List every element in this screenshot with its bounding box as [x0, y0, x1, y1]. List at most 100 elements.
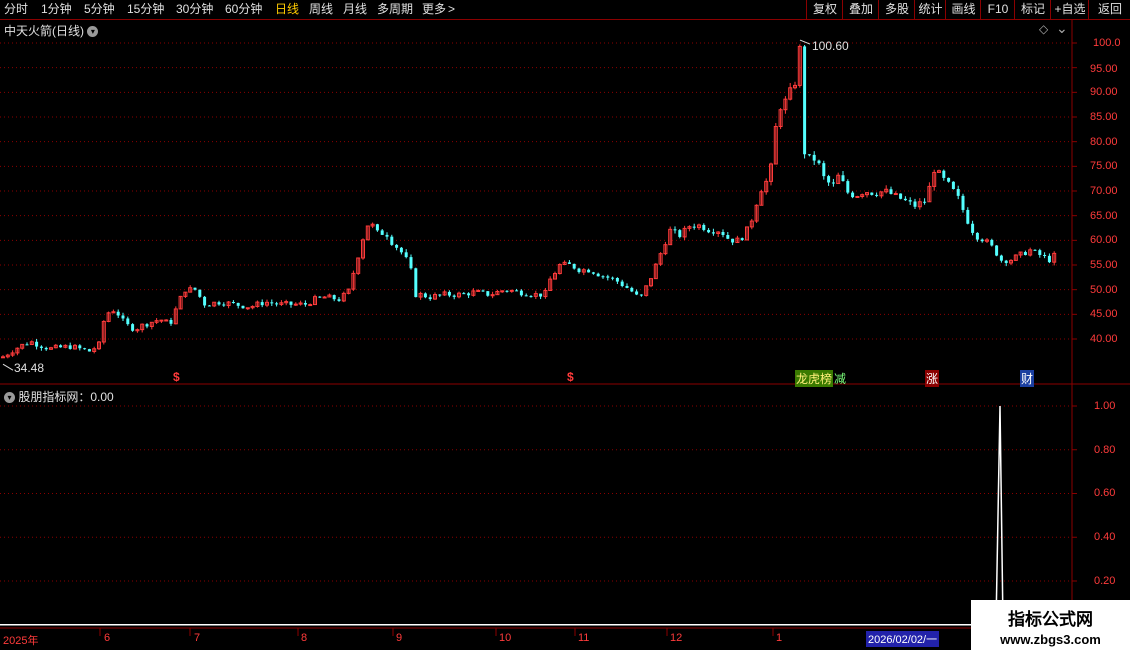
- candle-body-down: [1047, 255, 1051, 263]
- y-tick: 40.00: [1090, 333, 1118, 345]
- chevron-down-icon[interactable]: ▾: [4, 392, 15, 404]
- candle-body-down: [131, 324, 135, 331]
- candle-body-down: [207, 305, 211, 307]
- candle-body-down: [630, 287, 634, 292]
- candle-body-down: [375, 224, 379, 231]
- candle-body-down: [601, 276, 605, 278]
- candle-body-down: [1038, 250, 1042, 255]
- candle-body-down: [678, 230, 682, 237]
- candle-body-down: [529, 296, 533, 298]
- candle-body-up: [476, 290, 481, 293]
- candle-body-down: [707, 229, 711, 233]
- chevron-down-icon[interactable]: ▾: [87, 26, 99, 38]
- y-tick: 75.00: [1090, 160, 1118, 172]
- candle-body-down: [145, 324, 149, 327]
- y-tick: 50.00: [1090, 284, 1118, 296]
- candle-body-down: [889, 189, 893, 194]
- candle-body-down: [846, 181, 850, 193]
- candle-body-down: [870, 192, 874, 195]
- candle-body-down: [1004, 260, 1008, 264]
- date-label: 1: [776, 632, 783, 644]
- candle-body-down: [423, 293, 427, 298]
- candle-body-down: [903, 198, 907, 201]
- candle-body-down: [572, 263, 576, 269]
- candle-body-down: [83, 348, 87, 350]
- candle-body-down: [980, 239, 984, 242]
- candle-body-down: [318, 296, 322, 298]
- candle-body-down: [126, 318, 130, 325]
- candle-body-up: [293, 303, 298, 306]
- date-label: 6: [104, 632, 111, 644]
- candle-body-up: [322, 296, 327, 299]
- event-marker-cai[interactable]: 财: [1020, 370, 1035, 387]
- candle-body-down: [591, 272, 595, 274]
- candle-body-down: [193, 287, 197, 290]
- candle-body-down: [486, 291, 490, 296]
- cursor-date: 2026/02/02/一: [866, 631, 940, 647]
- candle-body-down: [505, 290, 509, 292]
- candle-body-down: [289, 301, 293, 305]
- event-marker-lhb[interactable]: 龙虎榜: [795, 370, 834, 387]
- watermark-title: 指标公式网: [1008, 610, 1093, 629]
- candle-body-down: [428, 297, 432, 300]
- candle-body-down: [831, 182, 835, 184]
- candle-body-down: [711, 232, 715, 234]
- event-marker-dollar[interactable]: $: [567, 370, 574, 384]
- watermark-url: www.zbgs3.com: [1000, 632, 1101, 647]
- y-tick: 80.00: [1090, 136, 1118, 148]
- candle-body-down: [452, 295, 456, 297]
- candle-body-down: [1043, 254, 1047, 256]
- candle-body-down: [899, 193, 903, 199]
- indicator-y-tick: 0.20: [1094, 575, 1116, 587]
- diamond-icon[interactable]: ◇: [1039, 22, 1048, 36]
- candle-body-down: [956, 189, 960, 196]
- candle-body-down: [515, 290, 519, 292]
- candle-body-down: [975, 232, 979, 240]
- candle-body-down: [803, 46, 807, 155]
- y-tick: 65.00: [1090, 210, 1118, 222]
- y-tick: 70.00: [1090, 185, 1118, 197]
- main-panel-header: 中天火箭(日线) ▾: [4, 22, 99, 39]
- candle-body-down: [721, 232, 725, 236]
- chart-canvas[interactable]: [0, 0, 1130, 650]
- candle-body-down: [999, 255, 1003, 261]
- candle-body-down: [409, 257, 413, 269]
- candle-body-down: [438, 294, 442, 296]
- candle-body-down: [467, 293, 471, 296]
- candle-body-down: [625, 285, 629, 288]
- candle-body-down: [68, 345, 72, 349]
- candle-body-down: [822, 163, 826, 177]
- max-price-label: 100.60: [812, 39, 849, 53]
- candle-body-down: [203, 296, 207, 306]
- candle-body-down: [380, 230, 384, 235]
- min-pointer: [2, 363, 14, 371]
- candle-body-down: [961, 195, 965, 210]
- candle-body-down: [390, 236, 394, 245]
- candle-body-down: [399, 247, 403, 253]
- date-label: 2025年: [3, 635, 39, 647]
- candle-body-down: [908, 200, 912, 202]
- event-marker-jian[interactable]: 减: [834, 370, 846, 387]
- y-tick: 60.00: [1090, 234, 1118, 246]
- chevron-down-icon-2[interactable]: ⌄: [1056, 20, 1068, 37]
- candle-body-down: [812, 154, 816, 161]
- candle-body-down: [673, 229, 677, 231]
- candle-body-down: [241, 305, 245, 309]
- candle-body-up: [245, 307, 250, 310]
- candle-body-down: [236, 302, 240, 306]
- candle-body-down: [966, 209, 970, 224]
- event-marker-zhang[interactable]: 涨: [925, 370, 940, 387]
- y-tick: 55.00: [1090, 259, 1118, 271]
- candle-body-down: [841, 175, 845, 182]
- candle-body-down: [78, 345, 82, 349]
- candle-body-down: [596, 273, 600, 277]
- event-marker-dollar[interactable]: $: [173, 370, 180, 384]
- y-tick: 100.0: [1093, 37, 1121, 49]
- candle-body-down: [395, 244, 399, 248]
- y-tick: 90.00: [1090, 86, 1118, 98]
- candle-body-down: [39, 346, 43, 348]
- candle-body-down: [414, 268, 418, 298]
- candle-body-down: [524, 295, 528, 297]
- candle-body-down: [620, 281, 624, 286]
- y-tick: 45.00: [1090, 308, 1118, 320]
